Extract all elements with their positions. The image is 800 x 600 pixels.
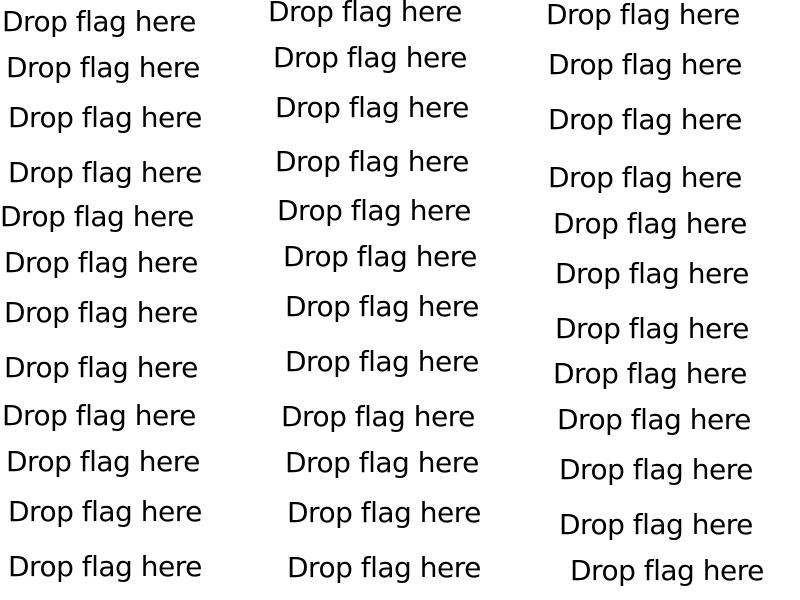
drop-zone[interactable]: Drop flag here bbox=[2, 5, 196, 39]
drop-zone[interactable]: Drop flag here bbox=[548, 48, 742, 82]
drop-zone[interactable]: Drop flag here bbox=[8, 156, 202, 190]
drop-zone[interactable]: Drop flag here bbox=[546, 0, 740, 32]
drop-zone[interactable]: Drop flag here bbox=[570, 554, 764, 588]
drop-zone[interactable]: Drop flag here bbox=[8, 495, 202, 529]
drop-zone[interactable]: Drop flag here bbox=[2, 399, 196, 433]
drop-zone[interactable]: Drop flag here bbox=[559, 453, 753, 487]
drop-zone[interactable]: Drop flag here bbox=[285, 290, 479, 324]
drop-zone[interactable]: Drop flag here bbox=[277, 194, 471, 228]
drop-zone[interactable]: Drop flag here bbox=[4, 246, 198, 280]
drop-zone[interactable]: Drop flag here bbox=[4, 351, 198, 385]
drop-zone[interactable]: Drop flag here bbox=[553, 207, 747, 241]
drop-zone[interactable]: Drop flag here bbox=[268, 0, 462, 29]
drop-zone[interactable]: Drop flag here bbox=[287, 496, 481, 530]
drop-zone[interactable]: Drop flag here bbox=[6, 445, 200, 479]
drop-zone[interactable]: Drop flag here bbox=[273, 41, 467, 75]
drop-zone[interactable]: Drop flag here bbox=[287, 551, 481, 585]
drop-zone[interactable]: Drop flag here bbox=[0, 200, 194, 234]
drop-zone[interactable]: Drop flag here bbox=[275, 91, 469, 125]
drop-zone[interactable]: Drop flag here bbox=[8, 550, 202, 584]
drop-zone[interactable]: Drop flag here bbox=[548, 103, 742, 137]
drop-zone[interactable]: Drop flag here bbox=[285, 345, 479, 379]
drop-zone[interactable]: Drop flag here bbox=[555, 257, 749, 291]
drop-zone[interactable]: Drop flag here bbox=[559, 508, 753, 542]
drop-zone[interactable]: Drop flag here bbox=[275, 145, 469, 179]
drop-zone[interactable]: Drop flag here bbox=[553, 357, 747, 391]
drop-zone[interactable]: Drop flag here bbox=[548, 161, 742, 195]
drop-zone[interactable]: Drop flag here bbox=[281, 400, 475, 434]
drop-zone[interactable]: Drop flag here bbox=[8, 101, 202, 135]
drop-zone[interactable]: Drop flag here bbox=[6, 51, 200, 85]
drop-target-canvas: { "columns": [ { "zones": [ {"label": "D… bbox=[0, 0, 800, 600]
drop-zone[interactable]: Drop flag here bbox=[283, 240, 477, 274]
drop-zone[interactable]: Drop flag here bbox=[4, 296, 198, 330]
drop-zone[interactable]: Drop flag here bbox=[557, 403, 751, 437]
drop-zone[interactable]: Drop flag here bbox=[285, 446, 479, 480]
drop-zone[interactable]: Drop flag here bbox=[555, 312, 749, 346]
